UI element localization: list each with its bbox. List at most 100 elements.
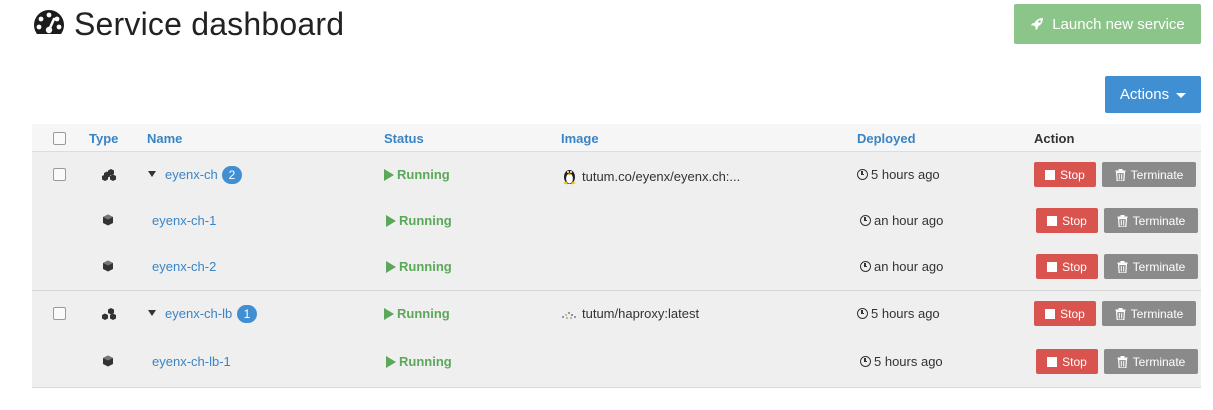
status-running: Running [384, 306, 450, 321]
stop-square-icon [1047, 215, 1058, 226]
actions-label: Actions [1119, 86, 1170, 103]
stop-label: Stop [1062, 259, 1087, 274]
service-name-link[interactable]: eyenx-ch [165, 167, 218, 182]
deployed-cell: an hour ago [860, 259, 943, 274]
status-running: Running [386, 354, 452, 369]
container-icon [103, 214, 113, 226]
page-title: Service dashboard [74, 5, 345, 42]
stop-square-icon [1047, 261, 1058, 272]
terminate-button[interactable]: Terminate [1104, 208, 1198, 233]
play-icon [384, 168, 394, 181]
expand-toggle-icon[interactable] [148, 310, 156, 316]
container-count-badge: 2 [222, 166, 242, 184]
column-action: Action [1034, 131, 1075, 146]
terminate-label: Terminate [1132, 213, 1186, 228]
image-cell: tutum.co/eyenx/eyenx.ch:... [561, 167, 740, 185]
stop-button[interactable]: Stop [1036, 349, 1098, 374]
linux-tux-icon [563, 170, 576, 185]
stop-label: Stop [1060, 306, 1085, 321]
actions-dropdown-button[interactable]: Actions [1105, 76, 1201, 113]
trash-icon [1117, 214, 1128, 227]
deployed-cell: 5 hours ago [857, 306, 940, 321]
status-label: Running [397, 167, 450, 182]
table-header: Type Name Status Image Deployed Action [32, 124, 1201, 152]
row-checkbox[interactable] [53, 307, 66, 320]
terminate-button[interactable]: Terminate [1102, 301, 1196, 326]
stop-label: Stop [1062, 213, 1087, 228]
terminate-button[interactable]: Terminate [1104, 349, 1198, 374]
clock-icon [860, 261, 871, 272]
table-row: eyenx-ch-2 Running an hour ago Stop Term… [32, 244, 1201, 290]
container-count-badge: 1 [237, 305, 257, 323]
services-table: Type Name Status Image Deployed Action e… [32, 124, 1201, 388]
stop-label: Stop [1060, 167, 1085, 182]
launch-new-service-button[interactable]: Launch new service [1014, 4, 1201, 44]
deployed-label: 5 hours ago [871, 306, 940, 321]
haproxy-dots-icon [562, 311, 576, 319]
expand-toggle-icon[interactable] [148, 171, 156, 177]
column-image[interactable]: Image [561, 131, 599, 146]
status-running: Running [384, 167, 450, 182]
stop-square-icon [1045, 169, 1056, 180]
column-status[interactable]: Status [384, 131, 424, 146]
trash-icon [1115, 307, 1126, 320]
status-running: Running [386, 259, 452, 274]
stop-square-icon [1047, 356, 1058, 367]
dashboard-icon [34, 10, 64, 41]
stack-icon [102, 308, 116, 320]
table-row: eyenx-ch 2 Running tutum.co/eyenx/eyenx.… [32, 152, 1201, 198]
container-name-link[interactable]: eyenx-ch-lb-1 [152, 354, 231, 369]
container-name-link[interactable]: eyenx-ch-1 [152, 213, 216, 228]
deployed-cell: an hour ago [860, 213, 943, 228]
trash-icon [1117, 260, 1128, 273]
clock-icon [860, 356, 871, 367]
deployed-label: an hour ago [874, 213, 944, 228]
container-name-link[interactable]: eyenx-ch-2 [152, 259, 216, 274]
terminate-label: Terminate [1130, 167, 1184, 182]
row-checkbox[interactable] [53, 168, 66, 181]
terminate-label: Terminate [1132, 259, 1186, 274]
column-name[interactable]: Name [147, 131, 182, 146]
deployed-label: 5 hours ago [874, 354, 943, 369]
column-deployed[interactable]: Deployed [857, 131, 916, 146]
image-name: tutum/haproxy:latest [582, 306, 700, 321]
column-type[interactable]: Type [89, 131, 118, 146]
status-label: Running [399, 259, 452, 274]
table-row: eyenx-ch-lb-1 Running 5 hours ago Stop T… [32, 337, 1201, 387]
service-name-link[interactable]: eyenx-ch-lb [165, 306, 232, 321]
stop-button[interactable]: Stop [1034, 162, 1096, 187]
select-all-checkbox[interactable] [53, 132, 66, 145]
launch-new-service-label: Launch new service [1052, 15, 1185, 33]
terminate-button[interactable]: Terminate [1104, 254, 1198, 279]
status-label: Running [397, 306, 450, 321]
stop-button[interactable]: Stop [1034, 301, 1096, 326]
page-header: Service dashboard [32, 4, 344, 44]
container-icon [103, 260, 113, 272]
deployed-cell: 5 hours ago [857, 167, 940, 182]
status-running: Running [386, 213, 452, 228]
deployed-label: 5 hours ago [871, 167, 940, 182]
clock-icon [860, 215, 871, 226]
play-icon [386, 355, 396, 368]
rocket-icon [1031, 18, 1044, 30]
status-label: Running [399, 213, 452, 228]
terminate-label: Terminate [1130, 306, 1184, 321]
stack-icon [102, 169, 116, 181]
status-label: Running [399, 354, 452, 369]
terminate-button[interactable]: Terminate [1102, 162, 1196, 187]
terminate-label: Terminate [1132, 354, 1186, 369]
clock-icon [857, 308, 868, 319]
table-row: eyenx-ch-1 Running an hour ago Stop Term… [32, 198, 1201, 244]
table-row: eyenx-ch-lb 1 Running tutum/haproxy:late… [32, 291, 1201, 337]
stop-button[interactable]: Stop [1036, 208, 1098, 233]
stop-square-icon [1045, 308, 1056, 319]
trash-icon [1115, 168, 1126, 181]
deployed-cell: 5 hours ago [860, 354, 943, 369]
play-icon [386, 214, 396, 227]
play-icon [386, 260, 396, 273]
stop-button[interactable]: Stop [1036, 254, 1098, 279]
deployed-label: an hour ago [874, 259, 944, 274]
image-name: tutum.co/eyenx/eyenx.ch:... [582, 168, 741, 184]
container-icon [103, 355, 113, 367]
clock-icon [857, 169, 868, 180]
